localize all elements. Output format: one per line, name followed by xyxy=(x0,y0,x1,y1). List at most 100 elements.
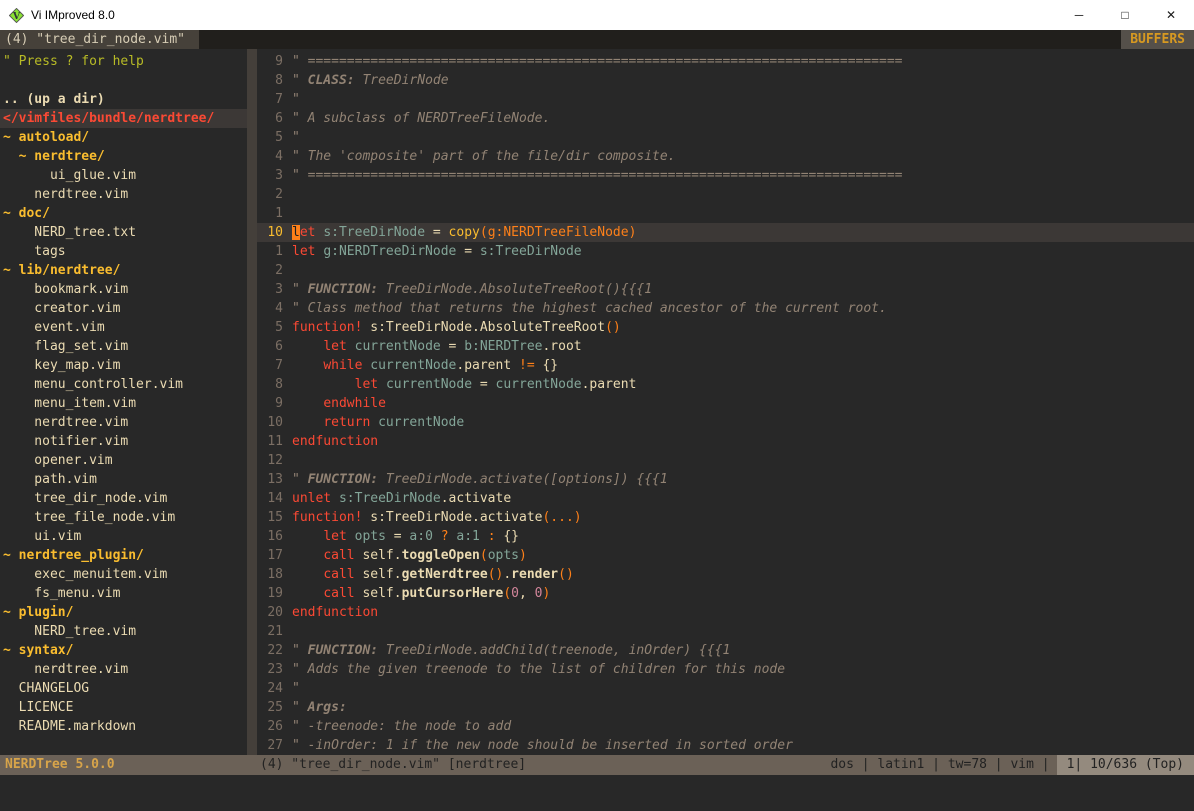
code-line[interactable]: 23" Adds the given treenode to the list … xyxy=(257,660,1194,679)
code-text: " FUNCTION: TreeDirNode.activate([option… xyxy=(292,470,668,489)
code-line[interactable]: 25" Args: xyxy=(257,698,1194,717)
tree-item[interactable]: nerdtree.vim xyxy=(0,413,247,432)
code-line[interactable]: 16 let opts = a:0 ? a:1 : {} xyxy=(257,527,1194,546)
code-line[interactable]: 19 call self.putCursorHere(0, 0) xyxy=(257,584,1194,603)
code-line[interactable]: 21 xyxy=(257,622,1194,641)
tree-item[interactable]: ~ nerdtree/ xyxy=(0,147,247,166)
code-line[interactable]: 24" xyxy=(257,679,1194,698)
tree-item[interactable]: " Press ? for help xyxy=(0,52,247,71)
command-line[interactable] xyxy=(0,775,1194,811)
code-area[interactable]: 9" =====================================… xyxy=(257,49,1194,755)
code-line[interactable]: 11endfunction xyxy=(257,432,1194,451)
code-line[interactable]: 26" -treenode: the node to add xyxy=(257,717,1194,736)
code-text: let g:NERDTreeDirNode = s:TreeDirNode xyxy=(292,242,582,261)
tree-item[interactable]: NERD_tree.txt xyxy=(0,223,247,242)
tree-item[interactable]: ui.vim xyxy=(0,527,247,546)
code-line[interactable]: 10let s:TreeDirNode = copy(g:NERDTreeFil… xyxy=(257,223,1194,242)
tree-item[interactable]: NERD_tree.vim xyxy=(0,622,247,641)
tree-item[interactable]: CHANGELOG xyxy=(0,679,247,698)
line-number: 22 xyxy=(257,641,283,660)
code-line[interactable]: 4" The 'composite' part of the file/dir … xyxy=(257,147,1194,166)
vertical-split[interactable] xyxy=(247,49,257,755)
line-number: 6 xyxy=(257,337,283,356)
tree-item[interactable]: ~ syntax/ xyxy=(0,641,247,660)
code-line[interactable]: 10 return currentNode xyxy=(257,413,1194,432)
tree-item[interactable]: LICENCE xyxy=(0,698,247,717)
line-number: 3 xyxy=(257,280,283,299)
code-line[interactable]: 6 let currentNode = b:NERDTree.root xyxy=(257,337,1194,356)
code-line[interactable]: 27" -inOrder: 1 if the new node should b… xyxy=(257,736,1194,755)
tree-item[interactable]: </vimfiles/bundle/nerdtree/ xyxy=(0,109,247,128)
close-button[interactable]: ✕ xyxy=(1148,0,1194,30)
line-number: 26 xyxy=(257,717,283,736)
line-number: 8 xyxy=(257,71,283,90)
code-text: call self.getNerdtree().render() xyxy=(292,565,574,584)
code-line[interactable]: 5" xyxy=(257,128,1194,147)
nerdtree-panel[interactable]: " Press ? for help .. (up a dir)</vimfile… xyxy=(0,49,247,755)
tree-item[interactable]: ~ nerdtree_plugin/ xyxy=(0,546,247,565)
code-line[interactable]: 4" Class method that returns the highest… xyxy=(257,299,1194,318)
statusline-fill xyxy=(526,755,830,775)
tree-item[interactable]: event.vim xyxy=(0,318,247,337)
code-line[interactable]: 7 while currentNode.parent != {} xyxy=(257,356,1194,375)
tree-item[interactable] xyxy=(0,71,247,90)
code-line[interactable]: 2 xyxy=(257,261,1194,280)
code-line[interactable]: 6" A subclass of NERDTreeFileNode. xyxy=(257,109,1194,128)
code-line[interactable]: 14unlet s:TreeDirNode.activate xyxy=(257,489,1194,508)
tree-item[interactable]: ~ plugin/ xyxy=(0,603,247,622)
tab-tree-dir-node[interactable]: (4) "tree_dir_node.vim" xyxy=(0,30,199,49)
code-line[interactable]: 2 xyxy=(257,185,1194,204)
tree-item[interactable]: menu_item.vim xyxy=(0,394,247,413)
code-line[interactable]: 22" FUNCTION: TreeDirNode.addChild(treen… xyxy=(257,641,1194,660)
code-line[interactable]: 1 xyxy=(257,204,1194,223)
tree-item[interactable]: opener.vim xyxy=(0,451,247,470)
maximize-button[interactable]: □ xyxy=(1102,0,1148,30)
code-line[interactable]: 15function! s:TreeDirNode.activate(...) xyxy=(257,508,1194,527)
tree-item[interactable]: path.vim xyxy=(0,470,247,489)
tree-item[interactable]: flag_set.vim xyxy=(0,337,247,356)
code-line[interactable]: 9 endwhile xyxy=(257,394,1194,413)
code-line[interactable]: 3" FUNCTION: TreeDirNode.AbsoluteTreeRoo… xyxy=(257,280,1194,299)
code-text: function! s:TreeDirNode.activate(...) xyxy=(292,508,582,527)
line-number: 11 xyxy=(257,432,283,451)
code-line[interactable]: 8 let currentNode = currentNode.parent xyxy=(257,375,1194,394)
code-line[interactable]: 13" FUNCTION: TreeDirNode.activate([opti… xyxy=(257,470,1194,489)
tree-item[interactable]: tags xyxy=(0,242,247,261)
tree-item[interactable]: ~ doc/ xyxy=(0,204,247,223)
tree-item[interactable]: README.markdown xyxy=(0,717,247,736)
code-text: " xyxy=(292,128,300,147)
code-line[interactable]: 12 xyxy=(257,451,1194,470)
tree-item[interactable]: tree_dir_node.vim xyxy=(0,489,247,508)
line-number: 19 xyxy=(257,584,283,603)
tree-item[interactable]: fs_menu.vim xyxy=(0,584,247,603)
tree-item[interactable]: key_map.vim xyxy=(0,356,247,375)
code-line[interactable]: 1let g:NERDTreeDirNode = s:TreeDirNode xyxy=(257,242,1194,261)
code-line[interactable]: 5function! s:TreeDirNode.AbsoluteTreeRoo… xyxy=(257,318,1194,337)
tree-item[interactable]: .. (up a dir) xyxy=(0,90,247,109)
code-line[interactable]: 9" =====================================… xyxy=(257,52,1194,71)
code-line[interactable]: 3" =====================================… xyxy=(257,166,1194,185)
code-text: let currentNode = currentNode.parent xyxy=(292,375,636,394)
tree-item[interactable]: ui_glue.vim xyxy=(0,166,247,185)
line-number: 24 xyxy=(257,679,283,698)
tree-item[interactable]: exec_menuitem.vim xyxy=(0,565,247,584)
code-line[interactable]: 7" xyxy=(257,90,1194,109)
code-line[interactable]: 18 call self.getNerdtree().render() xyxy=(257,565,1194,584)
code-line[interactable]: 17 call self.toggleOpen(opts) xyxy=(257,546,1194,565)
tree-item[interactable]: nerdtree.vim xyxy=(0,185,247,204)
code-line[interactable]: 20endfunction xyxy=(257,603,1194,622)
minimize-button[interactable]: ─ xyxy=(1056,0,1102,30)
tree-item[interactable]: ~ autoload/ xyxy=(0,128,247,147)
tree-item[interactable]: nerdtree.vim xyxy=(0,660,247,679)
tree-item[interactable]: bookmark.vim xyxy=(0,280,247,299)
tree-item[interactable]: ~ lib/nerdtree/ xyxy=(0,261,247,280)
tree-item[interactable]: menu_controller.vim xyxy=(0,375,247,394)
code-text: " xyxy=(292,90,300,109)
tree-item[interactable]: tree_file_node.vim xyxy=(0,508,247,527)
tree-item[interactable]: notifier.vim xyxy=(0,432,247,451)
code-text: " ======================================… xyxy=(292,166,902,185)
code-line[interactable]: 8" CLASS: TreeDirNode xyxy=(257,71,1194,90)
tree-item[interactable]: creator.vim xyxy=(0,299,247,318)
code-text: let opts = a:0 ? a:1 : {} xyxy=(292,527,519,546)
line-number: 7 xyxy=(257,90,283,109)
